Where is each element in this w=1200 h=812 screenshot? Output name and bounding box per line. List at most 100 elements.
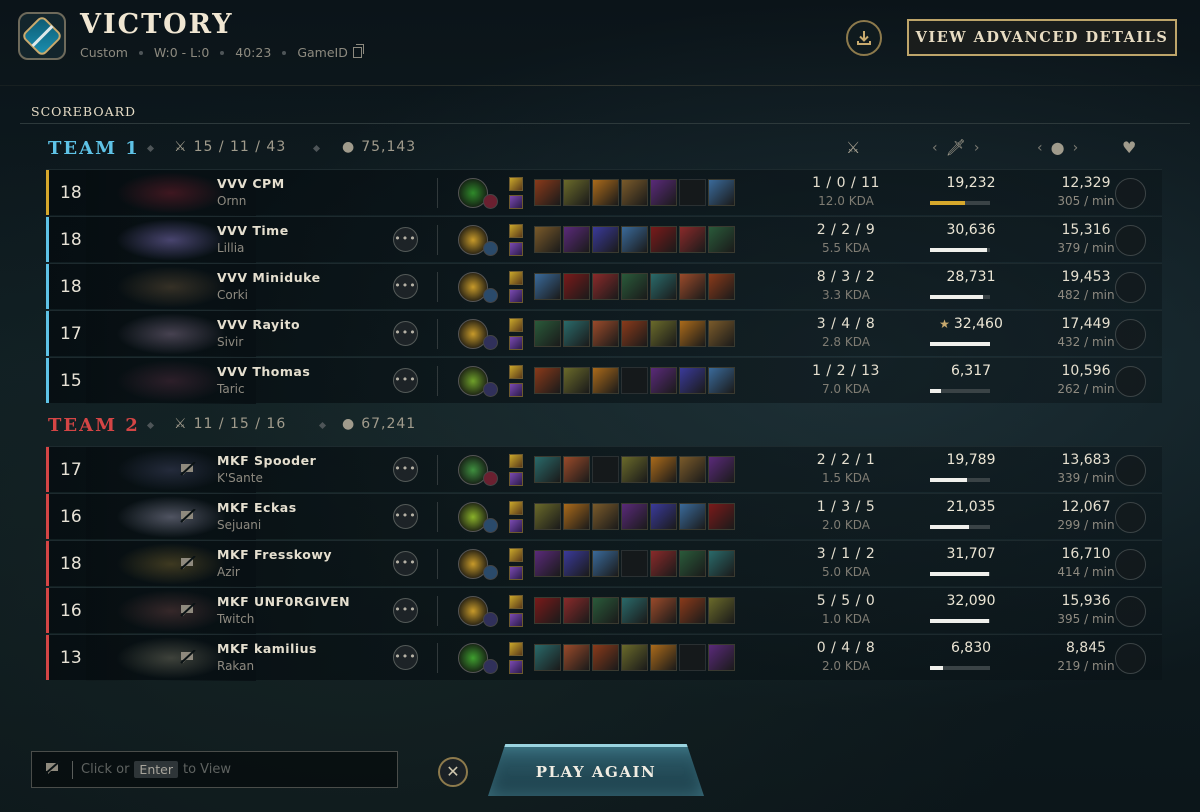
chevron-right-icon[interactable]: ›: [974, 140, 980, 156]
item-slot[interactable]: [592, 367, 619, 394]
item-slot[interactable]: [534, 179, 561, 206]
more-options-button[interactable]: •••: [393, 551, 418, 576]
more-options-button[interactable]: •••: [393, 457, 418, 482]
empty-item-slot[interactable]: [679, 644, 706, 671]
secondary-rune-icon[interactable]: [483, 565, 498, 580]
player-row[interactable]: 18 VVV CPM Ornn 1 / 0 / 11 12.0 KDA 19,2…: [46, 169, 1162, 216]
player-row[interactable]: 13 MKF kamilius Rakan ••• 0 / 4 / 8 2.0 …: [46, 634, 1162, 681]
more-options-button[interactable]: •••: [393, 227, 418, 252]
item-slot[interactable]: [592, 273, 619, 300]
item-slot[interactable]: [679, 503, 706, 530]
summoner-spell-icon[interactable]: [509, 642, 523, 656]
item-slot[interactable]: [592, 503, 619, 530]
summoner-spell-icon[interactable]: [509, 289, 523, 303]
item-slot[interactable]: [563, 179, 590, 206]
item-slot[interactable]: [650, 597, 677, 624]
item-slot[interactable]: [708, 226, 735, 253]
item-slot[interactable]: [708, 644, 735, 671]
item-slot[interactable]: [708, 503, 735, 530]
summoner-name[interactable]: VVV CPM: [217, 176, 285, 191]
item-slot[interactable]: [679, 367, 706, 394]
honor-button[interactable]: [1115, 549, 1146, 580]
item-slot[interactable]: [679, 550, 706, 577]
item-slot[interactable]: [563, 597, 590, 624]
summoner-name[interactable]: VVV Thomas: [217, 364, 310, 379]
view-advanced-details-button[interactable]: VIEW ADVANCED DETAILS: [907, 19, 1177, 56]
item-slot[interactable]: [621, 644, 648, 671]
item-slot[interactable]: [563, 273, 590, 300]
item-slot[interactable]: [650, 550, 677, 577]
item-slot[interactable]: [679, 320, 706, 347]
secondary-rune-icon[interactable]: [483, 659, 498, 674]
item-slot[interactable]: [563, 367, 590, 394]
item-slot[interactable]: [708, 367, 735, 394]
summoner-spell-icon[interactable]: [509, 336, 523, 350]
secondary-rune-icon[interactable]: [483, 241, 498, 256]
item-slot[interactable]: [592, 597, 619, 624]
secondary-rune-icon[interactable]: [483, 518, 498, 533]
item-slot[interactable]: [708, 179, 735, 206]
item-slot[interactable]: [650, 503, 677, 530]
summoner-name[interactable]: VVV Time: [217, 223, 289, 238]
summoner-spell-icon[interactable]: [509, 613, 523, 627]
summoner-spell-icon[interactable]: [509, 566, 523, 580]
muted-chat-icon[interactable]: [180, 461, 196, 476]
more-options-button[interactable]: •••: [393, 368, 418, 393]
item-slot[interactable]: [650, 644, 677, 671]
download-button[interactable]: [846, 20, 882, 56]
item-slot[interactable]: [563, 226, 590, 253]
summoner-spell-icon[interactable]: [509, 501, 523, 515]
item-slot[interactable]: [708, 550, 735, 577]
item-slot[interactable]: [621, 179, 648, 206]
empty-item-slot[interactable]: [592, 456, 619, 483]
summoner-spell-icon[interactable]: [509, 548, 523, 562]
item-slot[interactable]: [708, 320, 735, 347]
player-row[interactable]: 17 MKF Spooder K'Sante ••• 2 / 2 / 1 1.5…: [46, 446, 1162, 493]
item-slot[interactable]: [708, 273, 735, 300]
secondary-rune-icon[interactable]: [483, 335, 498, 350]
summoner-name[interactable]: VVV Rayito: [217, 317, 300, 332]
item-slot[interactable]: [650, 367, 677, 394]
item-slot[interactable]: [534, 503, 561, 530]
summoner-spell-icon[interactable]: [509, 454, 523, 468]
item-slot[interactable]: [621, 226, 648, 253]
item-slot[interactable]: [708, 456, 735, 483]
tab-scoreboard[interactable]: SCOREBOARD: [31, 104, 136, 119]
more-options-button[interactable]: •••: [393, 321, 418, 346]
summoner-name[interactable]: MKF Spooder: [217, 453, 316, 468]
honor-button[interactable]: [1115, 643, 1146, 674]
player-row[interactable]: 18 VVV Time Lillia ••• 2 / 2 / 9 5.5 KDA…: [46, 216, 1162, 263]
summoner-spell-icon[interactable]: [509, 224, 523, 238]
item-slot[interactable]: [621, 503, 648, 530]
item-slot[interactable]: [679, 597, 706, 624]
summoner-spell-icon[interactable]: [509, 595, 523, 609]
summoner-name[interactable]: MKF kamilius: [217, 641, 317, 656]
item-slot[interactable]: [708, 597, 735, 624]
item-slot[interactable]: [621, 456, 648, 483]
honor-button[interactable]: [1115, 596, 1146, 627]
secondary-rune-icon[interactable]: [483, 288, 498, 303]
summoner-spell-icon[interactable]: [509, 177, 523, 191]
item-slot[interactable]: [534, 456, 561, 483]
item-slot[interactable]: [650, 456, 677, 483]
item-slot[interactable]: [563, 644, 590, 671]
honor-button[interactable]: [1115, 455, 1146, 486]
chevron-right-icon[interactable]: ›: [1073, 140, 1079, 156]
item-slot[interactable]: [534, 320, 561, 347]
item-slot[interactable]: [534, 597, 561, 624]
chat-input[interactable]: Click or Enter to View: [31, 751, 398, 788]
empty-item-slot[interactable]: [621, 367, 648, 394]
more-options-button[interactable]: •••: [393, 504, 418, 529]
more-options-button[interactable]: •••: [393, 274, 418, 299]
item-slot[interactable]: [650, 179, 677, 206]
player-row[interactable]: 18 MKF Fresskowy Azir ••• 3 / 1 / 2 5.0 …: [46, 540, 1162, 587]
item-slot[interactable]: [534, 644, 561, 671]
summoner-spell-icon[interactable]: [509, 472, 523, 486]
item-slot[interactable]: [563, 456, 590, 483]
player-row[interactable]: 15 VVV Thomas Taric ••• 1 / 2 / 13 7.0 K…: [46, 357, 1162, 404]
item-slot[interactable]: [679, 226, 706, 253]
gold-column-header[interactable]: ‹ ● ›: [1037, 138, 1078, 157]
summoner-spell-icon[interactable]: [509, 519, 523, 533]
damage-column-header[interactable]: ‹ 🗡 ›: [932, 138, 980, 157]
item-slot[interactable]: [592, 320, 619, 347]
